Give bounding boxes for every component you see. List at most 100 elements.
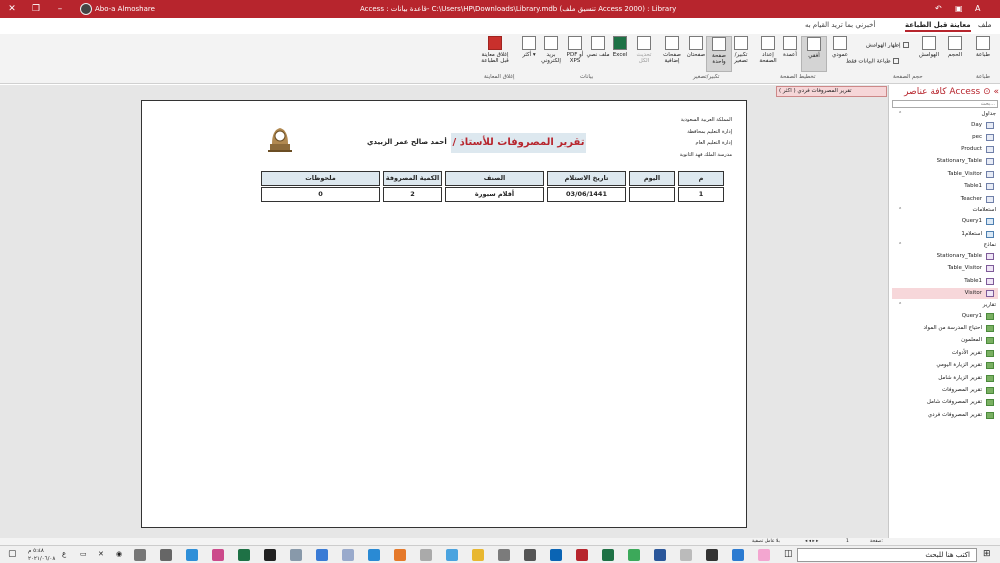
- form-icon: [986, 265, 994, 272]
- nav-item-table[interactable]: Table1: [892, 181, 998, 192]
- nav-item-report[interactable]: تقرير المصروفات: [892, 385, 998, 396]
- undo-icon[interactable]: ↶: [935, 2, 942, 16]
- nav-item-report[interactable]: Query1: [892, 311, 998, 322]
- tab-print-preview[interactable]: معاينة قبل الطباعة: [905, 21, 971, 32]
- nav-item-table[interactable]: Table_Visitor: [892, 169, 998, 180]
- nav-item-report[interactable]: تقرير الزيارة اليومي: [892, 360, 998, 371]
- taskbar-search-input[interactable]: اكتب هنا للبحث: [797, 548, 977, 562]
- nav-item-form[interactable]: Table1: [892, 276, 998, 287]
- envelope-icon: [544, 36, 558, 50]
- one-page-button[interactable]: صفحة واحدة: [706, 36, 732, 72]
- taskbar-app-icon[interactable]: [524, 549, 536, 561]
- report-document-tab[interactable]: تقرير المصروفات فردي ( اكثر ): [776, 86, 887, 97]
- close-preview-button[interactable]: إغلاق معاينة قبل الطباعة: [480, 36, 510, 72]
- network-icon[interactable]: ◉: [116, 550, 122, 558]
- restore-window-icon[interactable]: ❐: [28, 2, 44, 16]
- page-setup-button[interactable]: إعداد الصفحة: [755, 36, 781, 72]
- nav-item-table[interactable]: pec: [892, 132, 998, 143]
- mail-icon[interactable]: [498, 549, 510, 561]
- taskbar-app-icon[interactable]: [680, 549, 692, 561]
- report-icon: [986, 337, 994, 344]
- nav-category-forms[interactable]: ⌃ نماذج: [892, 240, 998, 251]
- taskbar-app-icon[interactable]: [420, 549, 432, 561]
- taskbar-app-icon[interactable]: [160, 549, 172, 561]
- tell-me-box[interactable]: أخبرني بما تريد القيام به: [805, 21, 875, 29]
- page-number-field[interactable]: 1: [846, 538, 849, 545]
- nav-category-queries[interactable]: ⌃ استعلامات: [892, 205, 998, 216]
- outlook-icon[interactable]: [550, 549, 562, 561]
- taskbar-app-icon[interactable]: [342, 549, 354, 561]
- taskbar-clock[interactable]: ٥:٤٨ م ٢٠٢١/٠٦/٠٨: [28, 547, 55, 563]
- clock-date: ٢٠٢١/٠٦/٠٨: [28, 556, 56, 562]
- size-button[interactable]: الحجم: [942, 36, 968, 72]
- show-margins-checkbox[interactable]: إظهار الهوامش: [866, 42, 909, 49]
- pdf-xps-export-button[interactable]: PDF أو XPS: [562, 36, 588, 72]
- nav-category-tables[interactable]: ⌃ جداول: [892, 109, 998, 120]
- file-explorer-icon[interactable]: [472, 549, 484, 561]
- taskbar-app-icon[interactable]: [134, 549, 146, 561]
- edge-icon[interactable]: [732, 549, 744, 561]
- volume-icon[interactable]: ✕: [98, 550, 104, 558]
- user-account[interactable]: Abo-a Almoshare: [80, 2, 155, 16]
- nav-item-table[interactable]: Teacher: [892, 194, 998, 205]
- tab-file[interactable]: ملف: [978, 21, 991, 29]
- more-export-button[interactable]: أكثر ▾: [516, 36, 542, 72]
- taskbar-app-icon[interactable]: [186, 549, 198, 561]
- excel-taskbar-icon[interactable]: [602, 549, 614, 561]
- nav-item-table[interactable]: Day: [892, 120, 998, 131]
- nav-search-input[interactable]: بحث...: [892, 100, 998, 108]
- taskbar-app-icon[interactable]: [212, 549, 224, 561]
- access-taskbar-icon[interactable]: [576, 549, 588, 561]
- notifications-icon[interactable]: ▢: [8, 549, 17, 559]
- nav-item-report[interactable]: تقرير المصروفات شامل: [892, 397, 998, 408]
- battery-icon[interactable]: ▭: [80, 550, 87, 558]
- taskbar-app-icon[interactable]: [316, 549, 328, 561]
- text-file-export-button[interactable]: ملف نصي: [585, 36, 611, 72]
- nav-category-reports[interactable]: ⌃ تقارير: [892, 300, 998, 311]
- nav-item-report[interactable]: تقرير المصروفات فردي: [892, 410, 998, 421]
- chrome-icon[interactable]: [628, 549, 640, 561]
- save-icon[interactable]: ▣: [955, 2, 963, 16]
- nav-item-query[interactable]: استعلام1: [892, 229, 998, 240]
- windows-start-icon[interactable]: ⊞: [983, 549, 991, 559]
- nav-item-table[interactable]: Product: [892, 144, 998, 155]
- taskbar-app-icon[interactable]: [368, 549, 380, 561]
- taskbar-app-icon[interactable]: [706, 549, 718, 561]
- landscape-button[interactable]: أفقي: [801, 36, 827, 72]
- taskbar-app-icon[interactable]: [758, 549, 770, 561]
- firefox-icon[interactable]: [394, 549, 406, 561]
- print-button[interactable]: طباعة: [970, 36, 996, 72]
- form-icon: [986, 253, 994, 260]
- taskbar-app-icon[interactable]: [264, 549, 276, 561]
- more-pages-button[interactable]: صفحات إضافية: [659, 36, 685, 72]
- ribbon-tab-bar: ملف معاينة قبل الطباعة أخبرني بما تريد ا…: [0, 18, 1000, 34]
- nav-item-table[interactable]: Stationary_Table: [892, 156, 998, 167]
- print-data-only-checkbox[interactable]: طباعة البيانات فقط: [846, 58, 899, 65]
- nav-item-query[interactable]: Query1: [892, 216, 998, 227]
- task-view-icon[interactable]: ◫: [784, 549, 793, 559]
- margins-button[interactable]: الهوامش: [916, 36, 942, 72]
- two-pages-button[interactable]: صفحتان: [683, 36, 709, 72]
- portrait-button[interactable]: عمودي: [827, 36, 853, 72]
- column-header-day: اليوم: [629, 171, 675, 186]
- filter-status[interactable]: بلا عامل تصفية: [752, 538, 780, 545]
- close-window-icon[interactable]: ✕: [4, 2, 20, 16]
- page-nav-arrows-icon[interactable]: ◂ ◂ ▸ ▸: [805, 538, 818, 545]
- taskbar-app-icon[interactable]: [446, 549, 458, 561]
- nav-item-report[interactable]: احتياج المدرسة من المواد: [892, 323, 998, 334]
- nav-item-report[interactable]: المعلمون: [892, 335, 998, 346]
- nav-item-report[interactable]: تقرير الزيارة شامل: [892, 373, 998, 384]
- taskbar-app-icon[interactable]: [290, 549, 302, 561]
- nav-item-form-selected[interactable]: Visitor: [892, 288, 998, 299]
- collapse-icon: ⌃: [898, 302, 903, 308]
- nav-pane-header[interactable]: كافة عناصر Access ⊙ «: [891, 87, 999, 99]
- taskbar-app-icon[interactable]: [238, 549, 250, 561]
- nav-item-form[interactable]: Table_Visitor: [892, 263, 998, 274]
- word-icon[interactable]: [654, 549, 666, 561]
- column-header-notes: ملحوظات: [261, 171, 380, 186]
- nav-item-form[interactable]: Stationary_Table: [892, 251, 998, 262]
- table-cell-quantity: 2: [383, 187, 442, 202]
- minimize-window-icon[interactable]: –: [52, 2, 68, 16]
- nav-item-report[interactable]: تقرير الأدوات: [892, 348, 998, 359]
- language-indicator[interactable]: ع: [62, 550, 66, 558]
